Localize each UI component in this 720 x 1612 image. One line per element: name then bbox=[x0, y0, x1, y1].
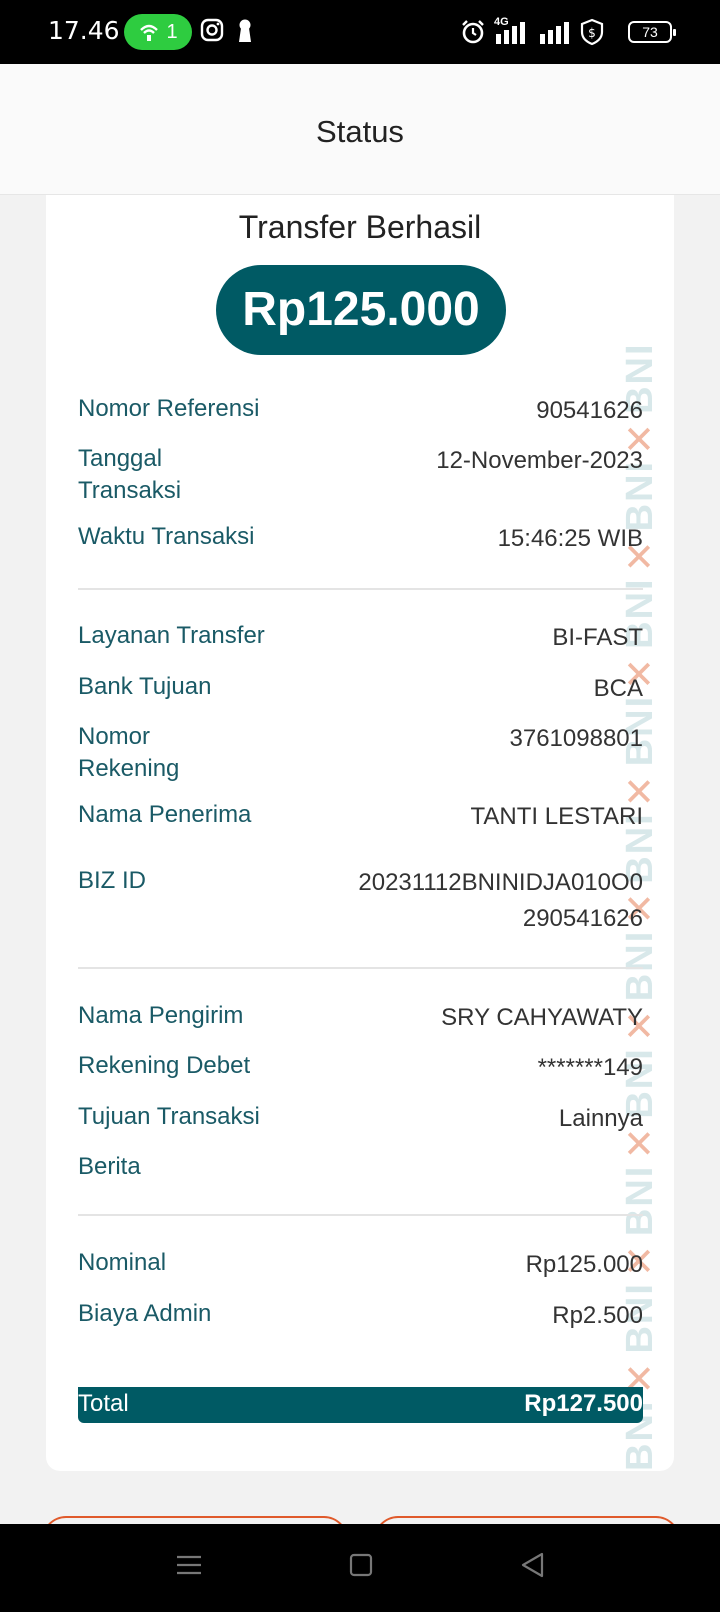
row-label: Nomor Rekening bbox=[78, 723, 180, 782]
row-value: 12-November-2023 bbox=[436, 447, 643, 474]
status-bar: 17.46 1 4G $ 73 bbox=[0, 0, 720, 64]
row-label: Tanggal Transaksi bbox=[78, 445, 182, 504]
row-value: BCA bbox=[593, 675, 643, 702]
navigation-bar bbox=[0, 1524, 720, 1612]
signal-icon-1 bbox=[496, 22, 525, 44]
keyhole-icon bbox=[239, 19, 251, 42]
menu-icon[interactable] bbox=[176, 1552, 202, 1578]
section-divider bbox=[78, 1214, 643, 1216]
alarm-icon bbox=[462, 20, 484, 44]
section-divider bbox=[78, 967, 643, 969]
app-header: Status bbox=[0, 64, 720, 195]
transfer-amount: Rp125.000 bbox=[216, 265, 506, 355]
row-value: *******149 bbox=[537, 1054, 643, 1081]
row-label: Waktu Transaksi bbox=[78, 523, 255, 550]
row-label: Nomor Referensi bbox=[78, 395, 260, 422]
total-row: Total Rp127.500 bbox=[78, 1387, 643, 1423]
receipt-card: BNI✕BNI✕BNI✕BNI✕BNI✕BNI✕BNI✕BNI✕BNI✕BNI … bbox=[46, 195, 674, 1471]
row-label: Berita bbox=[78, 1153, 141, 1180]
row-value: 15:46:25 WIB bbox=[497, 525, 643, 552]
row-label: Layanan Transfer bbox=[78, 622, 265, 649]
total-label: Total bbox=[78, 1390, 129, 1417]
row-value: 3761098801 bbox=[509, 725, 643, 752]
row-label: Biaya Admin bbox=[78, 1300, 212, 1327]
row-label: BIZ ID bbox=[78, 867, 147, 894]
row-label: Bank Tujuan bbox=[78, 673, 212, 700]
row-value: 90541626 bbox=[536, 397, 643, 424]
row-label: Tujuan Transaksi bbox=[78, 1103, 260, 1130]
transfer-status-title: Transfer Berhasil bbox=[238, 209, 482, 245]
row-label: Nama Pengirim bbox=[78, 1002, 244, 1029]
signal-icon-2 bbox=[540, 22, 569, 44]
hotspot-count: 1 bbox=[166, 20, 178, 43]
hotspot-pill[interactable]: 1 bbox=[124, 14, 192, 50]
status-time: 17.46 bbox=[48, 16, 120, 45]
svg-text:$: $ bbox=[588, 26, 596, 40]
instagram-icon bbox=[200, 18, 224, 42]
section-divider bbox=[78, 588, 643, 590]
row-value: BI-FAST bbox=[552, 624, 643, 651]
total-value: Rp127.500 bbox=[524, 1390, 643, 1417]
vpn-shield-icon: $ bbox=[580, 18, 604, 46]
home-icon[interactable] bbox=[349, 1552, 373, 1578]
row-value-line2: 290541626 bbox=[522, 905, 643, 932]
row-value: Lainnya bbox=[558, 1105, 643, 1132]
page-title: Status bbox=[316, 114, 404, 149]
battery-indicator: 73 bbox=[628, 21, 676, 43]
row-value: Rp2.500 bbox=[552, 1302, 643, 1329]
row-label: Nama Penerima bbox=[78, 801, 252, 828]
hotspot-icon bbox=[140, 24, 159, 41]
row-value: SRY CAHYAWATY bbox=[441, 1004, 643, 1031]
row-value-line1: 20231112BNINIDJA010O0 bbox=[358, 869, 643, 896]
row-label: Nominal bbox=[78, 1249, 167, 1276]
row-value: Rp125.000 bbox=[525, 1251, 643, 1278]
row-value: TANTI LESTARI bbox=[470, 803, 643, 830]
back-icon[interactable] bbox=[520, 1552, 544, 1578]
row-label: Rekening Debet bbox=[78, 1052, 251, 1079]
